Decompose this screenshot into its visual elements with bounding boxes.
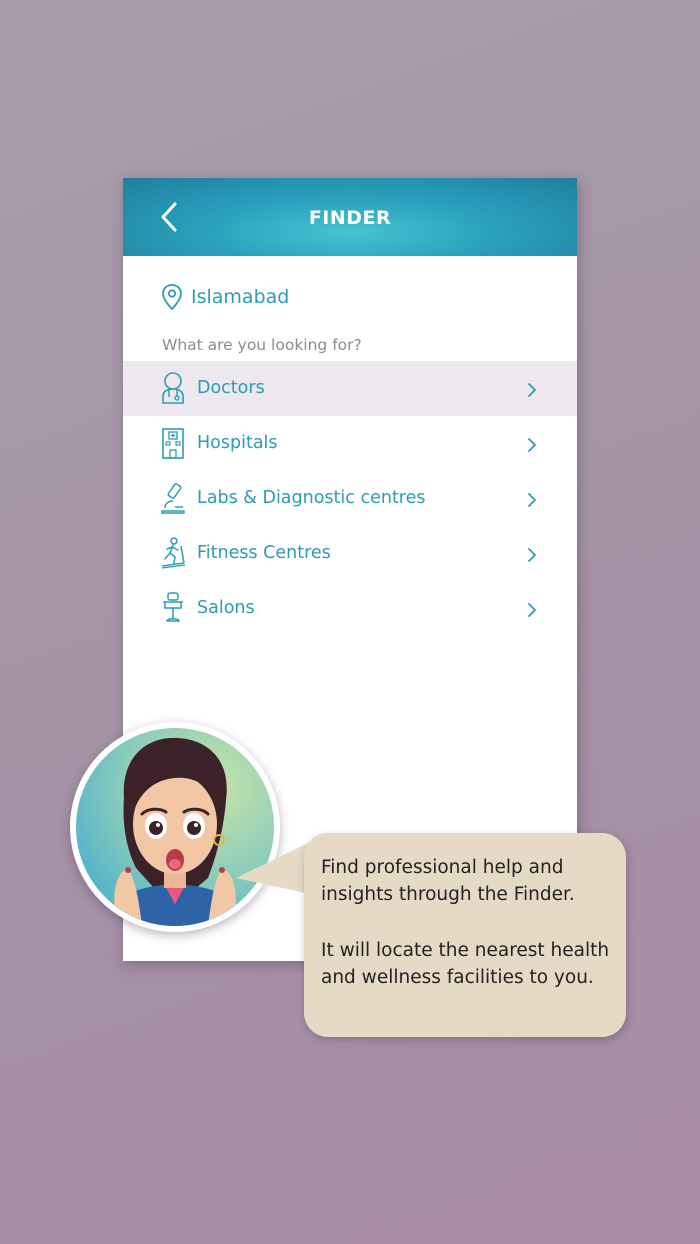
- location-city: Islamabad: [191, 286, 290, 308]
- assistant-avatar: [70, 722, 280, 932]
- chevron-right-icon: [528, 383, 536, 397]
- chevron-right-icon: [528, 493, 536, 507]
- category-item-fitness[interactable]: Fitness Centres: [123, 526, 577, 581]
- tip-speech-bubble: Find professional help and insights thro…: [304, 833, 626, 1037]
- salon-chair-icon: [163, 592, 183, 622]
- category-label: Fitness Centres: [197, 543, 331, 563]
- microscope-icon: [161, 483, 185, 514]
- category-label: Doctors: [197, 378, 265, 398]
- category-item-salons[interactable]: Salons: [123, 581, 577, 636]
- category-item-hospitals[interactable]: Hospitals: [123, 416, 577, 471]
- category-item-doctors[interactable]: Doctors: [123, 361, 577, 416]
- map-pin-icon: [162, 284, 182, 311]
- location-selector[interactable]: Islamabad: [161, 282, 289, 312]
- category-item-labs[interactable]: Labs & Diagnostic centres: [123, 471, 577, 526]
- category-label: Salons: [197, 598, 255, 618]
- chevron-right-icon: [528, 438, 536, 452]
- header-bar: FINDER: [123, 178, 577, 256]
- chevron-right-icon: [528, 548, 536, 562]
- tip-paragraph-2: It will locate the nearest health and we…: [321, 940, 610, 988]
- category-label: Hospitals: [197, 433, 278, 453]
- hospital-icon: [162, 428, 184, 459]
- doctor-icon: [162, 372, 184, 404]
- treadmill-icon: [161, 537, 186, 569]
- search-prompt: What are you looking for?: [162, 336, 362, 354]
- page-title: FINDER: [308, 207, 392, 229]
- category-list: Doctors Hospitals Labs & Diagnostic cent…: [123, 361, 577, 636]
- category-label: Labs & Diagnostic centres: [197, 488, 426, 508]
- chevron-right-icon: [528, 603, 536, 617]
- tip-paragraph-1: Find professional help and insights thro…: [321, 857, 575, 905]
